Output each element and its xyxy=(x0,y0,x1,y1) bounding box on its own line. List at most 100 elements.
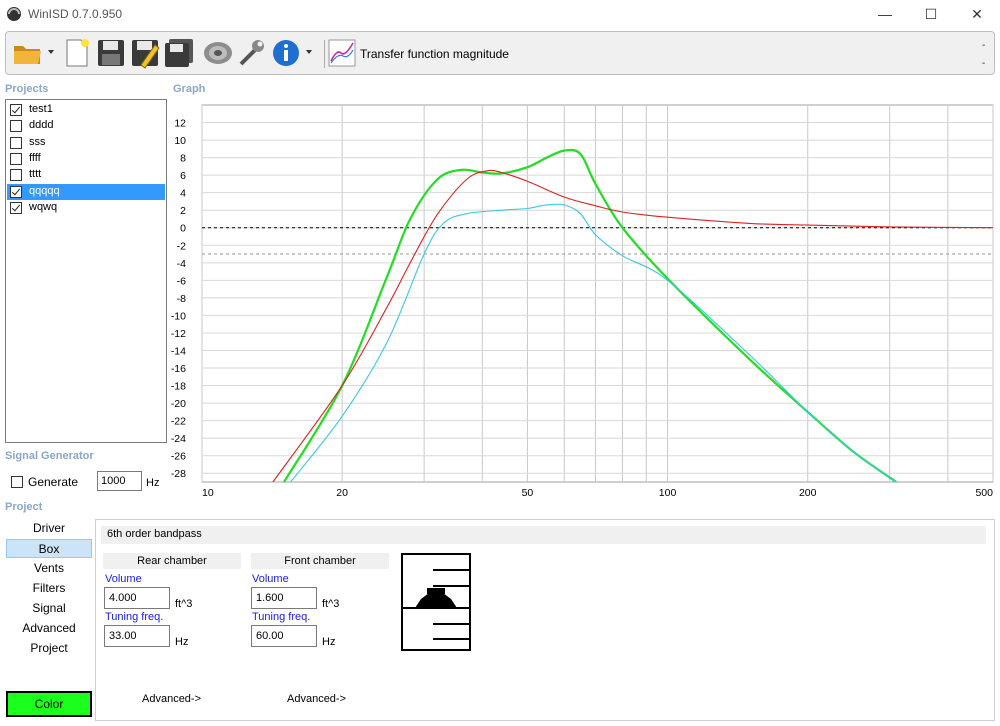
toolbar-separator xyxy=(324,40,325,68)
title-bar: WinISD 0.7.0.950 — ☐ ✕ xyxy=(0,0,1000,28)
box-type-label[interactable]: 6th order bandpass xyxy=(101,526,986,544)
y-tick-label: -16 xyxy=(171,363,186,375)
projects-heading: Projects xyxy=(5,83,49,95)
project-checkbox[interactable] xyxy=(10,185,22,198)
y-tick-label: -8 xyxy=(177,293,186,305)
rear-advanced-link[interactable]: Advanced-> xyxy=(142,693,201,705)
project-item[interactable]: sss xyxy=(7,135,165,151)
project-item[interactable]: ffff xyxy=(7,151,165,167)
y-tick-label: -20 xyxy=(171,398,186,410)
y-tick-label: 4 xyxy=(180,188,186,200)
rear-volume-input[interactable] xyxy=(104,587,170,609)
y-tick-label: 10 xyxy=(174,135,186,147)
nav-advanced[interactable]: Advanced xyxy=(6,619,92,638)
signal-generator-heading: Signal Generator xyxy=(5,450,94,462)
nav-signal[interactable]: Signal xyxy=(6,599,92,618)
box-panel: 6th order bandpass Rear chamber Volume f… xyxy=(95,519,995,721)
frequency-unit: Hz xyxy=(146,477,160,489)
project-label: sss xyxy=(29,135,46,148)
y-tick-label: -4 xyxy=(177,258,186,270)
rear-tuning-input[interactable] xyxy=(104,625,170,647)
project-item[interactable]: qqqqq xyxy=(7,183,165,200)
minimize-icon: — xyxy=(878,6,892,22)
maximize-button[interactable]: ☐ xyxy=(908,0,954,28)
nav-driver[interactable]: Driver xyxy=(6,519,92,538)
y-tick-label: -10 xyxy=(171,310,186,322)
graph-type-label[interactable]: Transfer function magnitude xyxy=(360,47,509,61)
projects-list[interactable]: test1 dddd sss ffff tttt qqqqq wqwq xyxy=(5,99,167,443)
checkmark-icon xyxy=(11,104,21,114)
info-icon[interactable] xyxy=(270,37,302,69)
project-label: ffff xyxy=(29,151,41,164)
new-document-icon[interactable] xyxy=(61,37,93,69)
generate-label: Generate xyxy=(28,475,79,489)
project-item[interactable]: dddd xyxy=(7,118,165,134)
project-checkbox[interactable] xyxy=(10,201,22,214)
x-tick-label: 10 xyxy=(202,487,214,498)
tools-icon[interactable] xyxy=(236,37,268,69)
chart[interactable]: 121086420-2-4-6-8-10-12-14-16-18-20-22-2… xyxy=(167,98,997,499)
front-volume-unit: ft^3 xyxy=(322,598,340,610)
nav-vents[interactable]: Vents xyxy=(6,559,92,578)
driver-icon[interactable] xyxy=(202,37,234,69)
generate-checkbox-box[interactable] xyxy=(11,476,23,488)
project-checkbox[interactable] xyxy=(10,120,22,133)
save-all-icon[interactable] xyxy=(163,37,195,69)
save-icon[interactable] xyxy=(95,37,127,69)
project-item[interactable]: wqwq xyxy=(7,200,165,216)
x-tick-label: 100 xyxy=(659,487,677,498)
y-tick-label: 12 xyxy=(174,118,186,130)
frequency-input[interactable] xyxy=(97,471,142,491)
project-checkbox[interactable] xyxy=(10,136,22,149)
y-tick-label: -12 xyxy=(171,328,186,340)
nav-box[interactable]: Box xyxy=(6,539,92,558)
graph-heading: Graph xyxy=(173,83,206,95)
rear-tuning-label: Tuning freq. xyxy=(105,611,164,623)
y-tick-label: -14 xyxy=(171,345,186,357)
front-advanced-link[interactable]: Advanced-> xyxy=(287,693,346,705)
front-volume-input[interactable] xyxy=(251,587,317,609)
front-tuning-label: Tuning freq. xyxy=(252,611,311,623)
front-chamber-heading: Front chamber xyxy=(251,553,389,569)
close-icon: ✕ xyxy=(971,5,983,22)
front-tuning-input[interactable] xyxy=(251,625,317,647)
toolbar-overflow-bottom[interactable]: - xyxy=(982,58,985,69)
project-checkbox[interactable] xyxy=(10,104,22,116)
project-item[interactable]: tttt xyxy=(7,167,165,183)
graph-area[interactable]: 12 10 8 6 4 2 0 -2 -4 -6 -8 -10 -12 -14 -16 -18 -20 -22 -2… xyxy=(167,98,997,499)
checkmark-icon xyxy=(11,202,21,212)
nav-project[interactable]: Project xyxy=(6,639,92,658)
project-label: tttt xyxy=(29,168,42,181)
front-volume-label: Volume xyxy=(252,573,289,585)
app-logo-icon xyxy=(7,7,21,21)
minimize-button[interactable]: — xyxy=(862,0,908,28)
close-button[interactable]: ✕ xyxy=(954,0,1000,28)
color-button[interactable]: Color xyxy=(6,691,92,717)
open-folder-icon[interactable] xyxy=(12,37,44,69)
project-label: wqwq xyxy=(29,200,58,213)
info-dropdown-icon[interactable] xyxy=(306,50,312,54)
front-tuning-unit: Hz xyxy=(322,636,336,648)
y-tick-label: -22 xyxy=(171,416,186,428)
project-checkbox[interactable] xyxy=(10,152,22,165)
rear-chamber-heading: Rear chamber xyxy=(103,553,241,569)
x-tick-label: 500 xyxy=(975,487,993,498)
open-dropdown-icon[interactable] xyxy=(48,50,54,54)
y-tick-label: -6 xyxy=(177,275,186,287)
save-as-icon[interactable] xyxy=(129,37,161,69)
bandpass-box-diagram xyxy=(401,553,471,651)
rear-volume-unit: ft^3 xyxy=(175,598,193,610)
y-tick-label: 2 xyxy=(180,205,186,217)
rear-volume-label: Volume xyxy=(105,573,142,585)
project-checkbox[interactable] xyxy=(10,169,22,182)
x-tick-label: 200 xyxy=(799,487,817,498)
x-tick-label: 50 xyxy=(522,487,534,498)
rear-tuning-unit: Hz xyxy=(175,636,189,648)
y-tick-label: -18 xyxy=(171,381,186,393)
x-tick-label: 20 xyxy=(336,487,348,498)
project-item[interactable]: test1 xyxy=(7,102,165,118)
toolbar-overflow-top[interactable]: - xyxy=(982,40,985,51)
nav-filters[interactable]: Filters xyxy=(6,579,92,598)
project-label: dddd xyxy=(29,119,54,132)
graph-type-icon[interactable] xyxy=(328,39,356,67)
